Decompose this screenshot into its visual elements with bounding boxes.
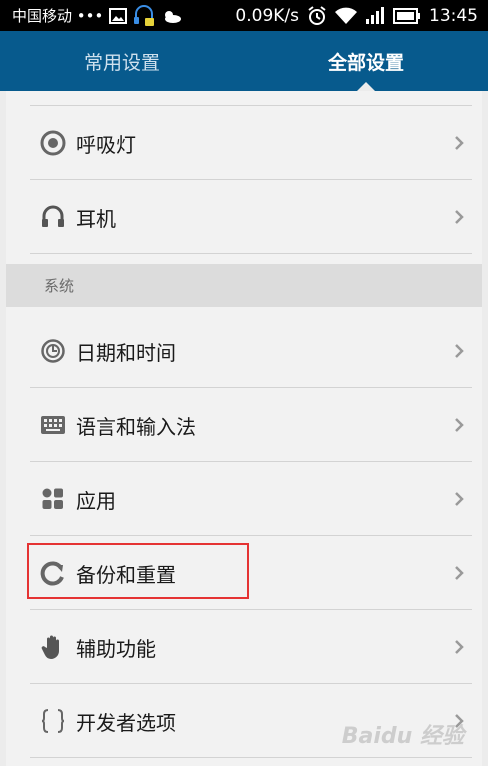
breathing-light-icon (40, 130, 66, 156)
divider (30, 757, 472, 758)
battery-icon (393, 7, 421, 24)
chevron-right-icon (450, 564, 468, 582)
apps-grid-icon (40, 486, 66, 512)
highlight-box (27, 543, 249, 599)
list-item-label: 辅助功能 (76, 636, 156, 661)
alarm-icon (307, 5, 327, 26)
list-item-apps[interactable]: 应用 (6, 462, 482, 536)
weather-icon (161, 8, 183, 24)
watermark: Baidu 经验 (341, 724, 464, 749)
chevron-right-icon (450, 134, 468, 152)
list-item-language-input[interactable]: 语言和输入法 (6, 388, 482, 462)
chevron-right-icon (450, 342, 468, 360)
list-item-accessibility[interactable]: 辅助功能 (6, 610, 482, 684)
chevron-right-icon (450, 416, 468, 434)
signal-icon (365, 6, 385, 25)
list-item-label: 日期和时间 (76, 340, 176, 365)
clock-icon (40, 338, 66, 364)
list-item-label: 语言和输入法 (76, 414, 196, 439)
chevron-right-icon (450, 638, 468, 656)
hand-icon (40, 634, 66, 660)
headset-icon (133, 4, 155, 28)
carrier-label: 中国移动 ••• (12, 7, 104, 25)
section-label: 系统 (44, 277, 75, 295)
list-item-label: 开发者选项 (76, 710, 176, 735)
chevron-right-icon (450, 208, 468, 226)
divider (30, 253, 472, 254)
tab-common-settings[interactable]: 常用设置 (0, 31, 244, 91)
list-item-label: 呼吸灯 (76, 132, 136, 157)
list-item-label: 耳机 (76, 206, 116, 231)
image-icon (109, 7, 128, 24)
chevron-right-icon (450, 490, 468, 508)
list-item-date-time[interactable]: 日期和时间 (6, 314, 482, 388)
network-speed: 0.09K/s (235, 5, 299, 26)
wifi-icon (335, 7, 357, 25)
status-bar: 中国移动 ••• 0.09K/s 13:45 (0, 0, 488, 31)
list-item-headset[interactable]: 耳机 (6, 180, 482, 254)
list-item-breathing-light[interactable]: 呼吸灯 (6, 106, 482, 180)
settings-list: 呼吸灯 耳机 系统 日期和时间 语言和输入法 应用 备份和重置 辅助功能 开发者… (6, 91, 482, 766)
section-header-system: 系统 (6, 264, 482, 307)
tab-bar: 常用设置 全部设置 (0, 31, 488, 91)
clock-time: 13:45 (429, 5, 478, 26)
braces-icon (40, 708, 66, 734)
keyboard-icon (40, 412, 66, 438)
headphones-icon (40, 204, 66, 230)
list-item[interactable] (6, 91, 482, 106)
tab-all-settings[interactable]: 全部设置 (244, 31, 488, 91)
list-item-label: 应用 (76, 488, 116, 513)
